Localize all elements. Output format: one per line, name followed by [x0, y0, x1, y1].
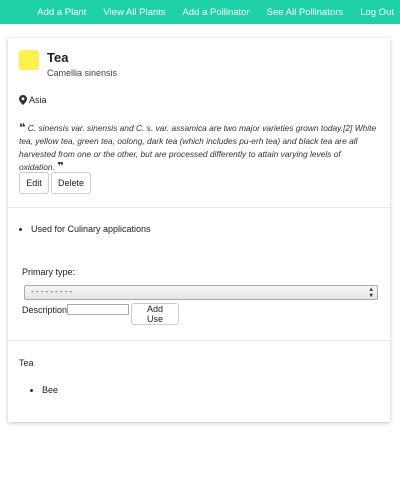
plant-region-label: Asia — [29, 95, 47, 105]
plant-name: Tea — [47, 50, 69, 65]
map-marker-icon — [19, 95, 27, 105]
add-use-button[interactable]: Add Use — [131, 303, 179, 325]
use-list-item: Used for Culinary applications — [19, 224, 151, 234]
primary-type-selected-value: --------- — [30, 288, 74, 297]
nav-add-plant[interactable]: Add a Plant — [37, 7, 86, 18]
bullet-icon — [30, 388, 33, 392]
delete-button[interactable]: Delete — [51, 172, 91, 194]
top-navbar: Add a Plant View All Plants Add a Pollin… — [0, 0, 400, 24]
plant-description-text: C. sinensis var. sinensis and C. s. var.… — [19, 123, 377, 172]
section-divider — [8, 207, 390, 208]
description-input[interactable] — [67, 304, 129, 315]
plant-description: ❝ C. sinensis var. sinensis and C. s. va… — [19, 122, 377, 174]
plant-header: Tea Camellia sinensis — [19, 50, 117, 78]
bullet-icon — [19, 227, 22, 231]
plant-color-swatch — [19, 50, 39, 70]
plant-scientific-name: Camellia sinensis — [47, 68, 118, 78]
plant-region: Asia — [19, 95, 47, 105]
edit-button[interactable]: Edit — [19, 172, 49, 194]
pollinator-plant-name: Tea — [19, 358, 34, 368]
pollinator-list-item: Bee — [30, 385, 58, 395]
plant-detail-card: Tea Camellia sinensis Asia ❝ C. sinensis… — [8, 38, 390, 422]
use-item-text: Used for Culinary applications — [31, 224, 151, 234]
primary-type-label: Primary type: — [22, 267, 76, 277]
nav-see-all-pollinators[interactable]: See All Pollinators — [267, 7, 344, 18]
nav-log-out[interactable]: Log Out — [360, 7, 394, 18]
section-divider — [8, 340, 390, 341]
primary-type-select[interactable]: --------- ▲ ▼ — [24, 285, 378, 300]
select-arrows-icon: ▲ ▼ — [369, 286, 373, 299]
description-label: Description: — [22, 305, 70, 315]
quote-left-icon: ❝ — [19, 122, 26, 134]
nav-view-all-plants[interactable]: View All Plants — [103, 7, 165, 18]
nav-add-pollinator[interactable]: Add a Pollinator — [183, 7, 250, 18]
pollinator-name: Bee — [42, 385, 59, 395]
